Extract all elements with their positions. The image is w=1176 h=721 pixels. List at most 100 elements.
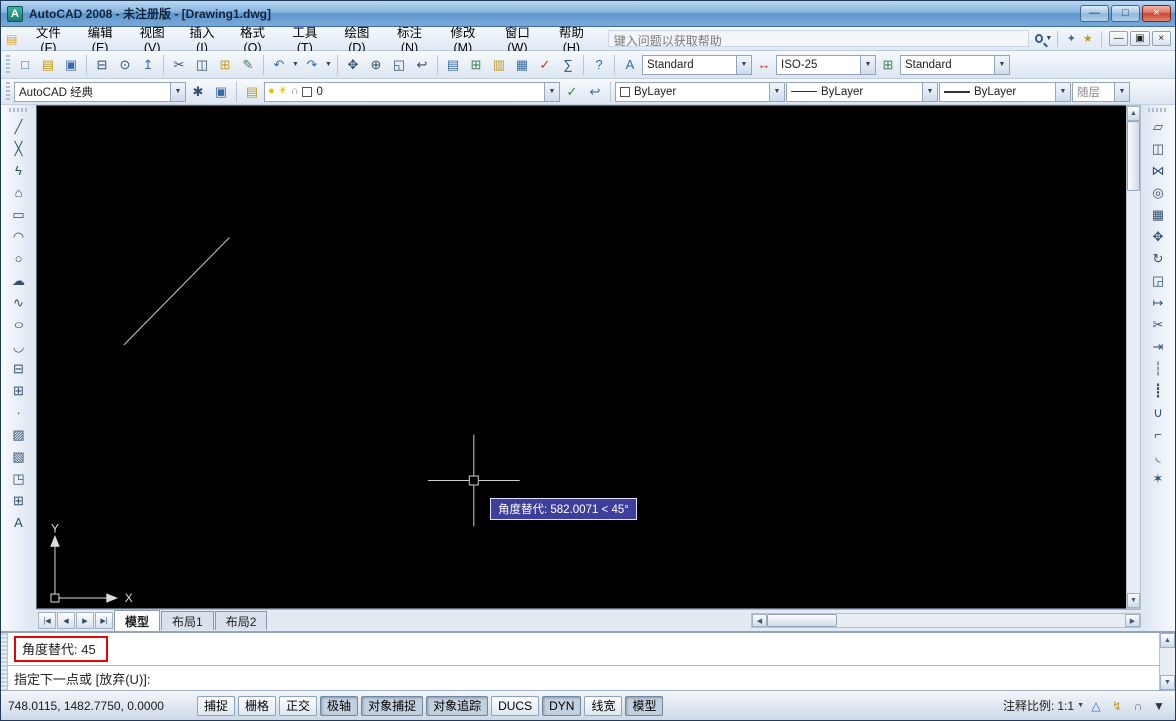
command-window-grip[interactable]: [1, 633, 8, 690]
scale-button[interactable]: ◲: [1146, 269, 1170, 291]
rotate-button[interactable]: ↻: [1146, 247, 1170, 269]
toggle-grid[interactable]: 栅格: [238, 696, 276, 716]
quickcalc-button[interactable]: ∑: [557, 54, 579, 76]
coordinates-readout[interactable]: 748.0115, 1482.7750, 0.0000: [8, 699, 194, 713]
linetype-combo[interactable]: ByLayer ▼: [786, 82, 938, 102]
drawing-canvas[interactable]: Y X 角度替代: 582.0071 < 45°: [36, 105, 1126, 609]
document-close-button[interactable]: ×: [1152, 31, 1171, 46]
fillet-button[interactable]: ◟: [1146, 445, 1170, 467]
draw-line-button[interactable]: ╱: [7, 115, 31, 137]
draw-arc-button[interactable]: ◠: [7, 225, 31, 247]
toggle-ducs[interactable]: DUCS: [491, 696, 539, 716]
mirror-button[interactable]: ⋈: [1146, 159, 1170, 181]
tab-scroll-first-button[interactable]: |◀: [38, 612, 56, 629]
help-search-input[interactable]: 键入问题以获取帮助: [608, 30, 1029, 47]
zoom-previous-button[interactable]: ↩: [411, 54, 433, 76]
stretch-button[interactable]: ↦: [1146, 291, 1170, 313]
break-button[interactable]: ┋: [1146, 379, 1170, 401]
tab-model[interactable]: 模型: [114, 610, 160, 631]
copy-button[interactable]: ◫: [1146, 137, 1170, 159]
communication-center-icon[interactable]: ✦: [1063, 30, 1079, 48]
maximize-button[interactable]: □: [1111, 5, 1140, 22]
table-button[interactable]: ⊞: [7, 489, 31, 511]
new-button[interactable]: □: [14, 54, 36, 76]
annotation-autoscale-icon[interactable]: ↯: [1108, 697, 1126, 715]
table-style-manager-button[interactable]: ⊞: [877, 54, 899, 76]
cut-button[interactable]: ✂: [168, 54, 190, 76]
toolbar-grip[interactable]: [6, 82, 10, 102]
annotation-visibility-icon[interactable]: △: [1087, 697, 1105, 715]
chevron-down-icon[interactable]: ▼: [170, 83, 185, 101]
break-at-point-button[interactable]: ┆: [1146, 357, 1170, 379]
draw-revision-cloud-button[interactable]: ☁: [7, 269, 31, 291]
chevron-down-icon[interactable]: ▼: [544, 83, 559, 101]
command-scrollbar[interactable]: ▲ ▼: [1159, 633, 1175, 690]
toggle-ortho[interactable]: 正交: [279, 696, 317, 716]
lineweight-combo[interactable]: ByLayer ▼: [939, 82, 1071, 102]
vertical-scroll-track[interactable]: [1127, 121, 1140, 593]
make-object-layer-current-button[interactable]: ✓: [561, 81, 583, 103]
draw-rectangle-button[interactable]: ▭: [7, 203, 31, 225]
tab-scroll-next-button[interactable]: ▶: [76, 612, 94, 629]
sheet-set-manager-button[interactable]: ▦: [511, 54, 533, 76]
properties-palette-button[interactable]: ▤: [442, 54, 464, 76]
zoom-window-button[interactable]: ◱: [388, 54, 410, 76]
scroll-down-button[interactable]: ▼: [1127, 593, 1140, 608]
erase-button[interactable]: ▱: [1146, 115, 1170, 137]
explode-button[interactable]: ✶: [1146, 467, 1170, 489]
plot-preview-button[interactable]: ⊙: [114, 54, 136, 76]
chamfer-button[interactable]: ⌐: [1146, 423, 1170, 445]
plot-style-combo[interactable]: 随层 ▼: [1072, 82, 1130, 102]
hatch-button[interactable]: ▨: [7, 423, 31, 445]
tab-layout2[interactable]: 布局2: [215, 611, 268, 630]
multiline-text-button[interactable]: A: [7, 511, 31, 533]
vertical-scroll-thumb[interactable]: [1127, 121, 1140, 191]
toggle-polar[interactable]: 极轴: [320, 696, 358, 716]
document-minimize-button[interactable]: —: [1109, 31, 1128, 46]
dim-style-combo[interactable]: ISO-25 ▼: [776, 55, 876, 75]
draw-spline-button[interactable]: ∿: [7, 291, 31, 313]
toolbar-grip[interactable]: [1148, 108, 1168, 112]
layer-combo[interactable]: ● ☀ ∩ 0 ▼: [264, 82, 560, 102]
chevron-down-icon[interactable]: ▼: [1077, 702, 1084, 709]
chevron-down-icon[interactable]: ▼: [994, 56, 1009, 74]
document-restore-button[interactable]: ▣: [1130, 31, 1149, 46]
workspace-settings-button[interactable]: ✱: [187, 81, 209, 103]
color-combo[interactable]: ByLayer ▼: [615, 82, 785, 102]
chevron-down-icon[interactable]: ▼: [922, 83, 937, 101]
undo-button[interactable]: ↶: [268, 54, 290, 76]
trim-button[interactable]: ✂: [1146, 313, 1170, 335]
scroll-up-button[interactable]: ▲: [1127, 106, 1140, 121]
help-button[interactable]: ?: [588, 54, 610, 76]
command-scroll-up-button[interactable]: ▲: [1160, 633, 1175, 648]
close-button[interactable]: ×: [1142, 5, 1171, 22]
search-icon[interactable]: [1035, 34, 1044, 43]
layer-previous-button[interactable]: ↩: [584, 81, 606, 103]
toolbar-grip[interactable]: [9, 108, 29, 112]
toggle-otrack[interactable]: 对象追踪: [426, 696, 488, 716]
scroll-right-button[interactable]: ▶: [1125, 614, 1140, 627]
text-style-combo[interactable]: Standard ▼: [642, 55, 752, 75]
horizontal-scrollbar[interactable]: ◀ ▶: [751, 613, 1141, 628]
toggle-model-space[interactable]: 模型: [625, 696, 663, 716]
draw-ellipse-arc-button[interactable]: ◡: [7, 335, 31, 357]
paste-button[interactable]: ⊞: [214, 54, 236, 76]
tab-scroll-last-button[interactable]: ▶|: [95, 612, 113, 629]
undo-dropdown-arrow-icon[interactable]: ▼: [291, 61, 300, 68]
make-block-button[interactable]: ⊞: [7, 379, 31, 401]
copy-clip-button[interactable]: ◫: [191, 54, 213, 76]
plot-button[interactable]: ⊟: [91, 54, 113, 76]
move-button[interactable]: ✥: [1146, 225, 1170, 247]
redo-button[interactable]: ↷: [301, 54, 323, 76]
drawing-file-icon[interactable]: ▤: [5, 31, 19, 46]
match-properties-button[interactable]: ✎: [237, 54, 259, 76]
tool-palettes-button[interactable]: ▥: [488, 54, 510, 76]
offset-button[interactable]: ◎: [1146, 181, 1170, 203]
search-dropdown-arrow-icon[interactable]: ▼: [1045, 35, 1052, 42]
toggle-dyn[interactable]: DYN: [542, 696, 581, 716]
vertical-scrollbar[interactable]: ▲ ▼: [1126, 105, 1141, 609]
chevron-down-icon[interactable]: ▼: [769, 83, 784, 101]
workspace-combo[interactable]: AutoCAD 经典 ▼: [14, 82, 186, 102]
text-style-manager-button[interactable]: A: [619, 54, 641, 76]
draw-point-button[interactable]: ∙: [7, 401, 31, 423]
